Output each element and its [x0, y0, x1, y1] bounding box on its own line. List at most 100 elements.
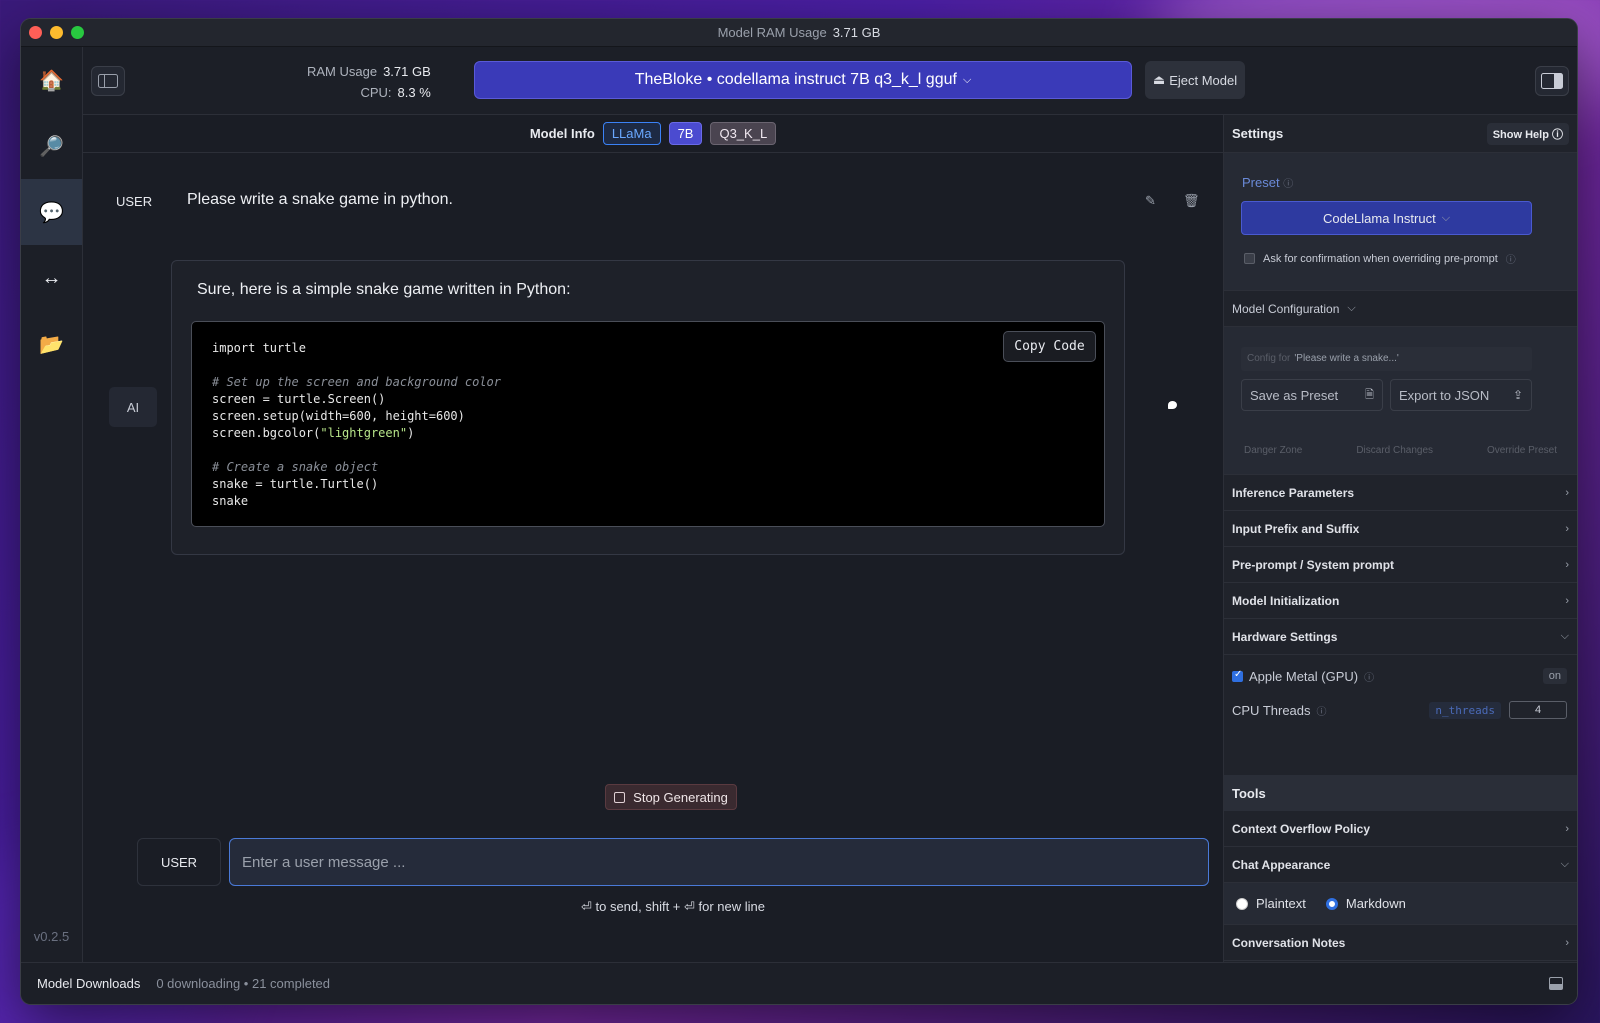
ram-usage-label: RAM Usage [307, 64, 378, 79]
settings-panel: Settings Show Help ⓘ Preset ⓘ CodeLlama … [1223, 115, 1577, 962]
chevron-down-icon: ⌵ [1347, 302, 1356, 314]
config-for: Config for 'Please write a snake...' [1241, 347, 1532, 371]
trash-icon[interactable]: 🗑 [1183, 193, 1200, 209]
nav-home[interactable]: 🏠 [21, 47, 82, 113]
save-as-preset-button[interactable]: Save as Preset 🗎 [1241, 379, 1383, 411]
mouse-cursor [1168, 401, 1177, 409]
top-bar: RAM Usage 3.71 GB CPU: 8.3 % TheBloke • co… [83, 47, 1577, 115]
model-info-bar: Model Info LLaMa 7B Q3_K_L [83, 115, 1223, 153]
gpu-checkbox[interactable] [1232, 669, 1243, 682]
section-model-initialization[interactable]: Model Initialization › [1224, 583, 1577, 619]
message-input[interactable] [229, 838, 1209, 886]
user-role-label[interactable]: USER [116, 194, 152, 209]
close-window-button[interactable] [29, 26, 42, 39]
override-preset-button[interactable]: Override Preset [1487, 445, 1557, 456]
stop-icon [614, 791, 626, 803]
toggle-sidebar-button[interactable] [91, 66, 125, 96]
user-message-row: USER Please write a snake game in python… [83, 191, 1223, 221]
chevron-right-icon: › [1565, 558, 1569, 571]
help-icon: ⓘ [1552, 128, 1563, 141]
zoom-window-button[interactable] [71, 26, 84, 39]
code-block: import turtle # Set up the screen and ba… [191, 321, 1105, 527]
chat-icon: 💬 [39, 201, 64, 224]
preset-select[interactable]: CodeLlama Instruct ⌵ [1241, 201, 1532, 235]
stop-generating-button[interactable]: Stop Generating [605, 784, 737, 810]
copy-code-button[interactable]: Copy Code [1003, 331, 1096, 362]
section-hardware-settings[interactable]: Hardware Settings ⌵ [1224, 619, 1577, 655]
chevron-right-icon: › [1565, 486, 1569, 499]
preset-value: CodeLlama Instruct [1322, 210, 1436, 226]
chevron-right-icon: › [1565, 936, 1569, 949]
cpu-value: 8.3 % [397, 85, 431, 100]
app-window: Model RAM Usage 3.71 GB 🏠 🔎 💬 ↔ 📂 v0.2.5… [20, 18, 1578, 1005]
nav-chat[interactable]: 💬 [21, 179, 82, 245]
sidebar-icon [98, 74, 118, 88]
minimize-window-button[interactable] [50, 26, 63, 39]
tag-quantization: Q3_K_L [710, 122, 777, 145]
ai-role-label[interactable]: AI [109, 387, 157, 427]
chevron-right-icon: › [1565, 822, 1569, 835]
section-label: Inference Parameters [1232, 485, 1355, 500]
section-pre-prompt[interactable]: Pre-prompt / System prompt › [1224, 547, 1577, 583]
code-line: # Create a snake object [212, 460, 379, 474]
section-label: Model Initialization [1232, 593, 1340, 608]
plaintext-radio[interactable] [1236, 897, 1248, 910]
tag-size: 7B [668, 122, 703, 145]
left-nav: 🏠 🔎 💬 ↔ 📂 v0.2.5 [21, 47, 83, 962]
window-controls [29, 26, 84, 39]
composer-role-toggle[interactable]: USER [137, 838, 221, 886]
code-string: "lightgreen" [320, 426, 408, 440]
nav-server[interactable]: ↔ [21, 245, 82, 311]
chevron-down-icon: ⌵ [1560, 630, 1569, 642]
home-icon: 🏠 [39, 69, 64, 92]
cpu-threads-label: CPU Threads [1232, 702, 1311, 718]
code-line: screen = turtle.Screen() [212, 392, 386, 406]
section-context-overflow[interactable]: Context Overflow Policy › [1224, 811, 1577, 847]
tools-header: Tools [1224, 775, 1577, 811]
chevron-down-icon: ⌵ [1441, 211, 1451, 224]
edit-icon[interactable]: ✎ [1145, 193, 1156, 209]
appearance-options: Plaintext Markdown [1224, 883, 1577, 925]
show-help-button[interactable]: Show Help ⓘ [1486, 122, 1569, 145]
export-json-button[interactable]: Export to JSON ⇪ [1390, 379, 1532, 411]
section-conversation-notes[interactable]: Conversation Notes › [1224, 925, 1577, 961]
confirm-override-row[interactable]: Ask for confirmation when overriding pre… [1244, 251, 1516, 266]
system-stats: RAM Usage 3.71 GB CPU: 8.3 % [307, 61, 431, 103]
confirm-override-checkbox[interactable] [1244, 253, 1255, 264]
tag-architecture: LLaMa [602, 122, 661, 145]
markdown-label: Markdown [1345, 896, 1406, 911]
section-chat-appearance[interactable]: Chat Appearance ⌵ [1224, 847, 1577, 883]
panel-bottom-icon[interactable] [1549, 977, 1563, 990]
ram-usage-value: 3.71 GB [383, 64, 431, 79]
discard-changes-button[interactable]: Discard Changes [1356, 445, 1433, 456]
ram-usage-title-label: Model RAM Usage [717, 25, 827, 40]
nav-my-models[interactable]: 📂 [21, 311, 82, 377]
model-configuration-toggle[interactable]: Model Configuration ⌵ [1224, 291, 1577, 327]
user-message-text: Please write a snake game in python. [187, 191, 453, 208]
chevron-down-icon: ⌵ [1560, 858, 1569, 870]
model-selector[interactable]: TheBloke • codellama instruct 7B q3_k_l … [474, 61, 1132, 99]
section-inference-parameters[interactable]: Inference Parameters › [1224, 475, 1577, 511]
file-icon: 🗎 [1365, 388, 1374, 401]
ai-message: Sure, here is a simple snake game writte… [171, 260, 1125, 555]
code-line: snake = turtle.Turtle() [212, 477, 379, 491]
toggle-settings-panel-button[interactable] [1535, 66, 1569, 96]
section-input-prefix-suffix[interactable]: Input Prefix and Suffix › [1224, 511, 1577, 547]
preset-label: Preset ⓘ [1242, 175, 1293, 190]
config-for-label: Config for [1247, 353, 1291, 364]
eject-model-button[interactable]: ⏏ Eject Model [1145, 61, 1245, 99]
ai-intro-text: Sure, here is a simple snake game writte… [197, 281, 571, 298]
chevron-down-icon: ⌵ [962, 73, 972, 86]
arrows-icon: ↔ [41, 266, 62, 289]
markdown-radio[interactable] [1325, 897, 1338, 910]
send-hint: ⏎ to send, shift + ⏎ for new line [580, 899, 765, 914]
model-downloads-label: Model Downloads [37, 976, 141, 991]
cpu-threads-input[interactable]: 4 [1509, 701, 1567, 719]
nav-search[interactable]: 🔎 [21, 113, 82, 179]
search-icon: 🔎 [39, 135, 64, 158]
model-downloads-bar[interactable]: Model Downloads 0 downloading • 21 compl… [21, 962, 1577, 1004]
info-icon: ⓘ [1283, 179, 1294, 190]
